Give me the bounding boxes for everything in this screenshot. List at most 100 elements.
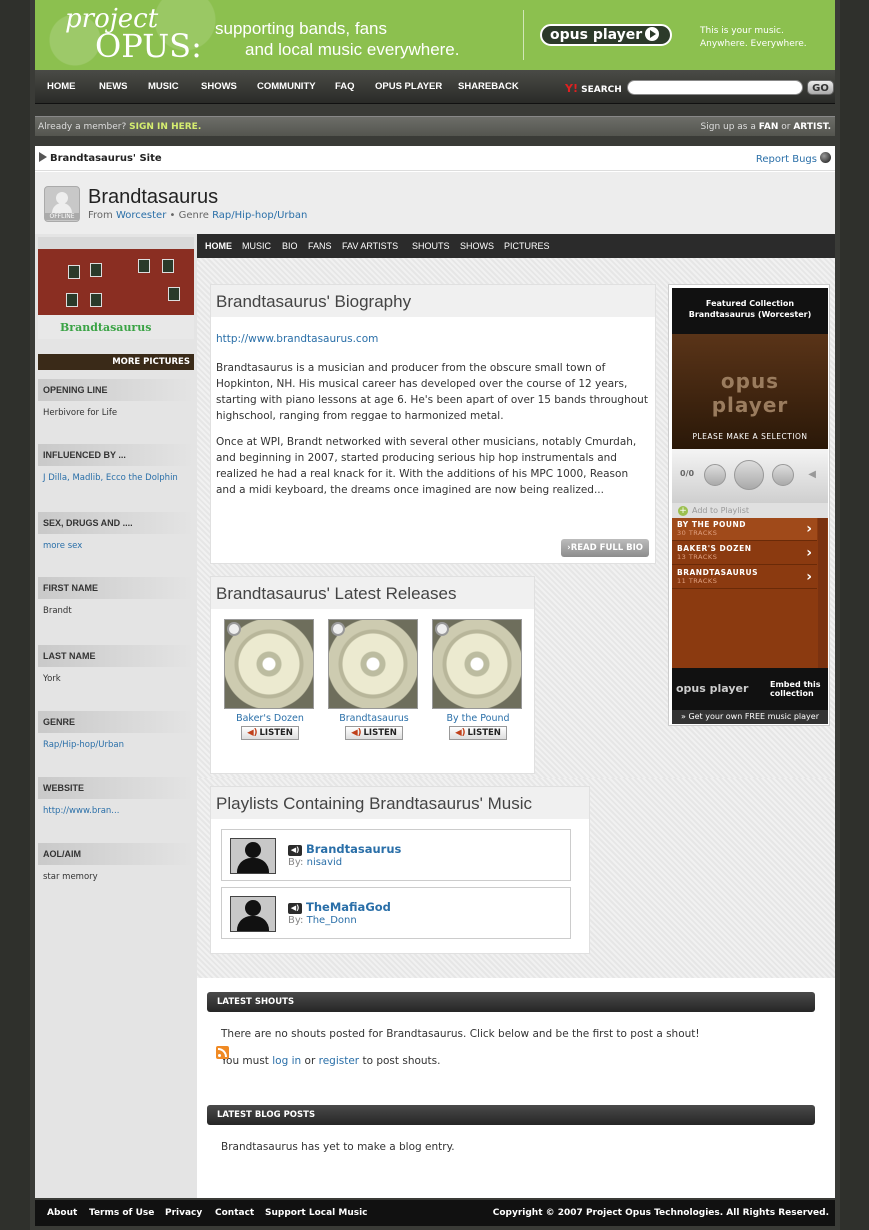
listen-button[interactable]: ◀) LISTEN <box>241 726 299 740</box>
collection-name: Brandtasaurus (Worcester) <box>688 310 812 319</box>
photo-window <box>162 259 174 273</box>
info-website: WEBSITE http://www.bran... <box>38 777 194 816</box>
release-name[interactable]: Baker's Dozen <box>224 713 316 724</box>
playlist-title[interactable]: ◀) Brandtasaurus <box>288 842 401 856</box>
info-first-name: FIRST NAME Brandt <box>38 577 194 616</box>
collection-scrollbar[interactable] <box>818 518 827 668</box>
profile-header: OFFLINE Brandtasaurus From Worcester • G… <box>35 172 835 234</box>
nav-shows[interactable]: SHOWS <box>201 70 237 104</box>
collection-item-name: BY THE POUND <box>677 520 746 529</box>
volume-icon[interactable]: ◀ <box>808 469 816 480</box>
login-link[interactable]: log in <box>272 1055 301 1067</box>
get-free-player-link[interactable]: » Get your own FREE music player <box>672 710 828 724</box>
tab-fav-artists[interactable]: FAV ARTISTS <box>342 234 398 258</box>
collection-item[interactable]: BAKER'S DOZEN 13 TRACKS <box>672 542 817 565</box>
playlist-row[interactable]: ◀) TheMafiaGod By: The_Donn <box>221 887 571 939</box>
listen-button[interactable]: ◀) LISTEN <box>345 726 403 740</box>
album-art-cd-icon[interactable] <box>328 619 418 709</box>
playlists-panel: Playlists Containing Brandtasaurus' Musi… <box>210 786 590 954</box>
photo-window <box>138 259 150 273</box>
play-button-icon[interactable] <box>734 460 764 490</box>
player-logo: opus player <box>711 369 789 417</box>
album-art-cd-icon[interactable] <box>432 619 522 709</box>
owner-link[interactable]: The_Donn <box>307 915 357 926</box>
release-name[interactable]: By the Pound <box>432 713 524 724</box>
read-full-bio-button[interactable]: READ FULL BIO <box>561 539 649 557</box>
tab-shows[interactable]: SHOWS <box>460 234 494 258</box>
collection-item[interactable]: BY THE POUND 30 TRACKS <box>672 518 817 541</box>
rss-icon[interactable] <box>216 1046 229 1059</box>
genre-link[interactable]: Rap/Hip-hop/Urban <box>212 210 307 221</box>
footer-terms-link[interactable]: Terms of Use <box>89 1200 154 1226</box>
listen-button[interactable]: ◀) LISTEN <box>449 726 507 740</box>
release-name[interactable]: Brandtasaurus <box>328 713 420 724</box>
footer-privacy-link[interactable]: Privacy <box>165 1200 202 1226</box>
collection-item-name: BRANDTASAURUS <box>677 568 758 577</box>
info-value[interactable]: Rap/Hip-hop/Urban <box>38 740 194 750</box>
tab-home[interactable]: HOME <box>205 234 232 258</box>
previous-icon[interactable] <box>704 464 726 486</box>
footer-support-link[interactable]: Support Local Music <box>265 1200 368 1226</box>
tab-fans[interactable]: FANS <box>308 234 332 258</box>
footer-contact-link[interactable]: Contact <box>215 1200 254 1226</box>
yahoo-search-label: Y! SEARCH <box>565 82 622 95</box>
influence-links[interactable]: J Dilla, Madlib, Ecco the Dolphin <box>43 473 178 483</box>
nav-music[interactable]: MUSIC <box>148 70 179 104</box>
playlist-name: Brandtasaurus <box>306 842 402 856</box>
nav-opus-player[interactable]: OPUS PLAYER <box>375 70 442 104</box>
playlists-title: Playlists Containing Brandtasaurus' Musi… <box>211 787 589 819</box>
city-link[interactable]: Worcester <box>116 210 166 221</box>
user-avatar-icon <box>230 838 276 874</box>
nav-shareback[interactable]: SHAREBACK <box>458 70 519 104</box>
nav-home[interactable]: HOME <box>47 70 76 104</box>
banner-slogan-2: Anywhere. Everywhere. <box>700 39 807 49</box>
tab-bio[interactable]: BIO <box>282 234 298 258</box>
next-icon[interactable] <box>772 464 794 486</box>
tab-shouts[interactable]: SHOUTS <box>412 234 450 258</box>
speaker-icon: ◀) <box>288 845 302 856</box>
player-footer-logo[interactable]: opus player <box>676 682 748 695</box>
signup-fan-link[interactable]: FAN <box>759 122 779 132</box>
opus-player-widget: Featured Collection Brandtasaurus (Worce… <box>668 284 830 726</box>
opus-player-logo[interactable]: opus player <box>540 24 673 46</box>
logo-opus[interactable]: OPUS: <box>95 30 202 62</box>
embed-line-1: Embed this <box>770 680 821 689</box>
nav-faq[interactable]: FAQ <box>335 70 355 104</box>
search-go-button[interactable]: GO <box>807 80 834 95</box>
playlist-row[interactable]: ◀) Brandtasaurus By: nisavid <box>221 829 571 881</box>
nav-community[interactable]: COMMUNITY <box>257 70 316 104</box>
playlist-owner: By: nisavid <box>288 857 342 868</box>
opus-player-logo-text: opus player <box>550 27 643 43</box>
suffix-text: to post shouts. <box>362 1055 441 1067</box>
tab-music[interactable]: MUSIC <box>242 234 271 258</box>
website-link[interactable]: http://www.brandtasaurus.com <box>216 333 378 345</box>
playlist-title[interactable]: ◀) TheMafiaGod <box>288 900 391 914</box>
report-bugs-link[interactable]: Report Bugs <box>756 152 831 165</box>
genre-label: • Genre <box>169 210 209 221</box>
footer-about-link[interactable]: About <box>47 1200 77 1226</box>
tab-pictures[interactable]: PICTURES <box>504 234 550 258</box>
band-name: Brandtasaurus <box>88 186 219 208</box>
band-photo[interactable]: Brandtasaurus <box>38 237 194 339</box>
info-value: J Dilla, Madlib, Ecco the Dolphin <box>38 473 194 483</box>
speaker-icon: ◀) <box>351 728 362 738</box>
nav-news[interactable]: NEWS <box>99 70 128 104</box>
from-label: From <box>88 210 113 221</box>
register-link[interactable]: register <box>319 1055 360 1067</box>
collection-item[interactable]: BRANDTASAURUS 11 TRACKS <box>672 566 817 589</box>
info-label: WEBSITE <box>38 777 194 799</box>
sign-in-link[interactable]: SIGN IN HERE. <box>129 122 201 132</box>
owner-link[interactable]: nisavid <box>307 857 343 868</box>
search-input[interactable] <box>627 80 803 95</box>
info-value: star memory <box>43 872 98 882</box>
listen-label: LISTEN <box>467 728 501 738</box>
info-value[interactable]: more sex <box>38 541 194 551</box>
add-to-playlist-button[interactable]: Add to Playlist <box>672 503 828 518</box>
signup-artist-link[interactable]: ARTIST. <box>793 122 831 132</box>
album-art-cd-icon[interactable] <box>224 619 314 709</box>
embed-collection-button[interactable]: Embed this collection <box>770 680 821 698</box>
latest-shouts-header: LATEST SHOUTS <box>207 992 815 1012</box>
more-pictures-link[interactable]: MORE PICTURES <box>38 354 194 370</box>
photo-window <box>168 287 180 301</box>
info-value[interactable]: http://www.bran... <box>38 806 194 816</box>
